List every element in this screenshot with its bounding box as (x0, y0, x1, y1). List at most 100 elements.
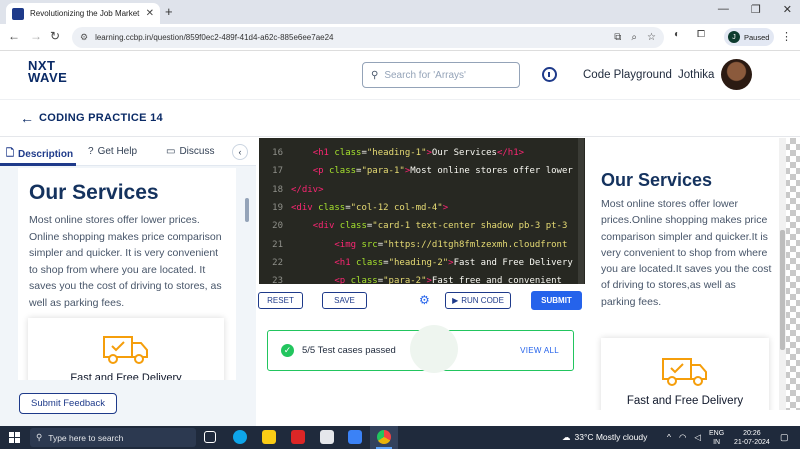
editor-scrollbar[interactable] (578, 138, 584, 284)
code-line[interactable]: 23 <p class="para-2">Fast free and conve… (259, 272, 585, 284)
submit-feedback-button[interactable]: Submit Feedback (19, 393, 117, 414)
code-line[interactable]: 18 </div> (259, 181, 585, 199)
test-result-text: 5/5 Test cases passed (302, 345, 396, 356)
code-editor[interactable]: 16 <h1 class="heading-1">Our Services</h… (259, 138, 585, 284)
timer-icon[interactable] (542, 67, 557, 82)
new-tab-icon[interactable]: + (165, 4, 173, 19)
settings-gear-icon[interactable]: ⚙ (419, 293, 430, 307)
code-line[interactable]: 21 <img src="https://d1tgh8fmlzexmh.clou… (259, 236, 585, 254)
edge-icon[interactable] (233, 430, 247, 444)
system-tray: ^ ◠ ◁ (667, 432, 701, 443)
browser-tab[interactable]: Revolutionizing the Job Market ✕ (6, 3, 160, 24)
windows-start-icon[interactable] (9, 432, 20, 443)
minimize-icon[interactable]: — (718, 3, 729, 16)
language-indicator[interactable]: ENG IN (709, 429, 724, 447)
zoom-icon[interactable]: ⌕ (631, 32, 637, 43)
install-app-icon[interactable]: ⧉ (614, 32, 621, 43)
browser-menu-icon[interactable]: ⋮ (781, 30, 792, 43)
restore-icon[interactable]: ❐ (751, 3, 761, 16)
tab-discuss[interactable]: ▭ Discuss (166, 146, 214, 157)
chevron-up-icon[interactable]: ^ (667, 432, 671, 443)
submit-button[interactable]: SUBMIT (531, 291, 582, 310)
tab-description-label: Description (18, 149, 74, 160)
logo-line-2: WAVE (28, 70, 68, 85)
tab-description[interactable]: 🗋 Description (6, 146, 73, 163)
back-arrow-icon[interactable]: ← (20, 110, 34, 126)
description-body: Most online stores offer lower prices. O… (29, 214, 222, 309)
line-number: 17 (272, 166, 283, 177)
preview-card-title: Fast and Free Delivery (626, 395, 744, 407)
nxtwave-logo[interactable]: NXT WAVE (28, 59, 68, 85)
extension-icon[interactable]: ◐ (674, 29, 680, 40)
line-number: 18 (272, 184, 283, 195)
code-playground-link[interactable]: Code Playground (583, 69, 672, 81)
search-input[interactable]: ⚲ Search for 'Arrays' (362, 62, 520, 88)
tab-discuss-label: Discuss (179, 146, 215, 157)
weather-widget[interactable]: ☁ 33°C Mostly cloudy (562, 432, 647, 443)
practice-title: CODING PRACTICE 14 (39, 112, 163, 124)
user-name[interactable]: Jothika (678, 69, 714, 81)
code-line[interactable]: 17 <p class="para-1">Most online stores … (259, 162, 585, 180)
clock-time: 20:26 (743, 430, 761, 437)
profile-status: Paused (744, 32, 770, 42)
code-line[interactable]: 22 <h1 class="heading-2">Fast and Free D… (259, 254, 585, 272)
collapse-panel-icon[interactable]: ‹ (232, 144, 248, 160)
powerpoint-icon[interactable] (291, 430, 305, 444)
task-view-icon[interactable] (204, 431, 216, 443)
preview-heading: Our Services (601, 170, 713, 190)
chrome-icon[interactable] (377, 430, 391, 444)
mail-icon[interactable] (348, 430, 362, 444)
site-info-icon[interactable]: ⚙ (80, 32, 88, 43)
taskbar-search-placeholder: Type here to search (48, 432, 124, 443)
reset-button[interactable]: RESET (258, 292, 303, 309)
save-button[interactable]: SAVE (322, 292, 367, 309)
tab-get-help-label: Get Help (97, 146, 138, 157)
line-number: 20 (272, 221, 283, 232)
line-number: 22 (272, 257, 283, 268)
output-preview: Our Services Most online stores offer lo… (592, 138, 800, 410)
address-bar[interactable]: ⚙ learning.ccbp.in/question/859f0ec2-489… (72, 27, 664, 48)
code-text: <div class="card-1 text-center shadow pb… (312, 221, 568, 232)
store-icon[interactable] (320, 430, 334, 444)
code-text: </div> (291, 184, 324, 195)
close-tab-icon[interactable]: ✕ (146, 8, 154, 19)
user-avatar[interactable] (721, 59, 752, 90)
document-icon: 🗋 (6, 148, 15, 159)
code-text: <div class="col-12 col-md-4"> (291, 202, 449, 213)
cloud-icon: ☁ (562, 432, 571, 442)
description-scrollbar[interactable] (245, 198, 249, 222)
file-explorer-icon[interactable] (262, 430, 276, 444)
run-code-button[interactable]: ▶ RUN CODE (445, 292, 511, 309)
line-number: 19 (272, 202, 283, 213)
window-close-icon[interactable]: ✕ (783, 3, 792, 16)
forward-icon[interactable]: → (30, 29, 42, 43)
bookmark-star-icon[interactable]: ☆ (647, 32, 656, 43)
profile-avatar: J (728, 31, 740, 43)
reload-icon[interactable]: ↻ (50, 29, 60, 43)
view-all-link[interactable]: VIEW ALL (520, 346, 559, 355)
taskbar-clock[interactable]: 20:26 21-07-2024 (734, 429, 770, 447)
code-text: <h1 class="heading-2">Fast and Free Deli… (334, 257, 573, 268)
notifications-icon[interactable]: ▢ (780, 432, 789, 443)
code-line[interactable]: 16 <h1 class="heading-1">Our Services</h… (259, 144, 585, 162)
chat-icon: ▭ (166, 146, 176, 157)
code-text: <p class="para-2">Fast free and convenie… (334, 276, 562, 284)
delivery-truck-icon (103, 336, 148, 364)
code-line[interactable]: 20 <div class="card-1 text-center shadow… (259, 217, 585, 235)
question-tabs: 🗋 Description ? Get Help ▭ Discuss ‹ (0, 138, 256, 166)
clock-date: 21-07-2024 (734, 439, 770, 446)
taskbar-search-input[interactable]: ⚲ Type here to search (30, 428, 196, 447)
play-icon: ▶ (452, 296, 459, 305)
tab-get-help[interactable]: ? Get Help (88, 146, 137, 157)
volume-icon[interactable]: ◁ (694, 432, 701, 443)
profile-button[interactable]: J Paused (724, 28, 774, 46)
back-icon[interactable]: ← (8, 29, 20, 43)
preview-scrollbar-thumb[interactable] (780, 230, 785, 350)
code-line[interactable]: 19 <div class="col-12 col-md-4"> (259, 199, 585, 217)
code-text: <img src="https://d1tgh8fmlzexmh.cloudfr… (334, 239, 568, 250)
wifi-icon[interactable]: ◠ (679, 432, 686, 443)
preview-page: Our Services Most online stores offer lo… (592, 138, 779, 410)
extensions-puzzle-icon[interactable]: ⧠ (697, 29, 705, 40)
browser-tab-bar: Revolutionizing the Job Market ✕ + — ❐ ✕ (0, 0, 800, 24)
site-favicon-icon (12, 7, 24, 20)
